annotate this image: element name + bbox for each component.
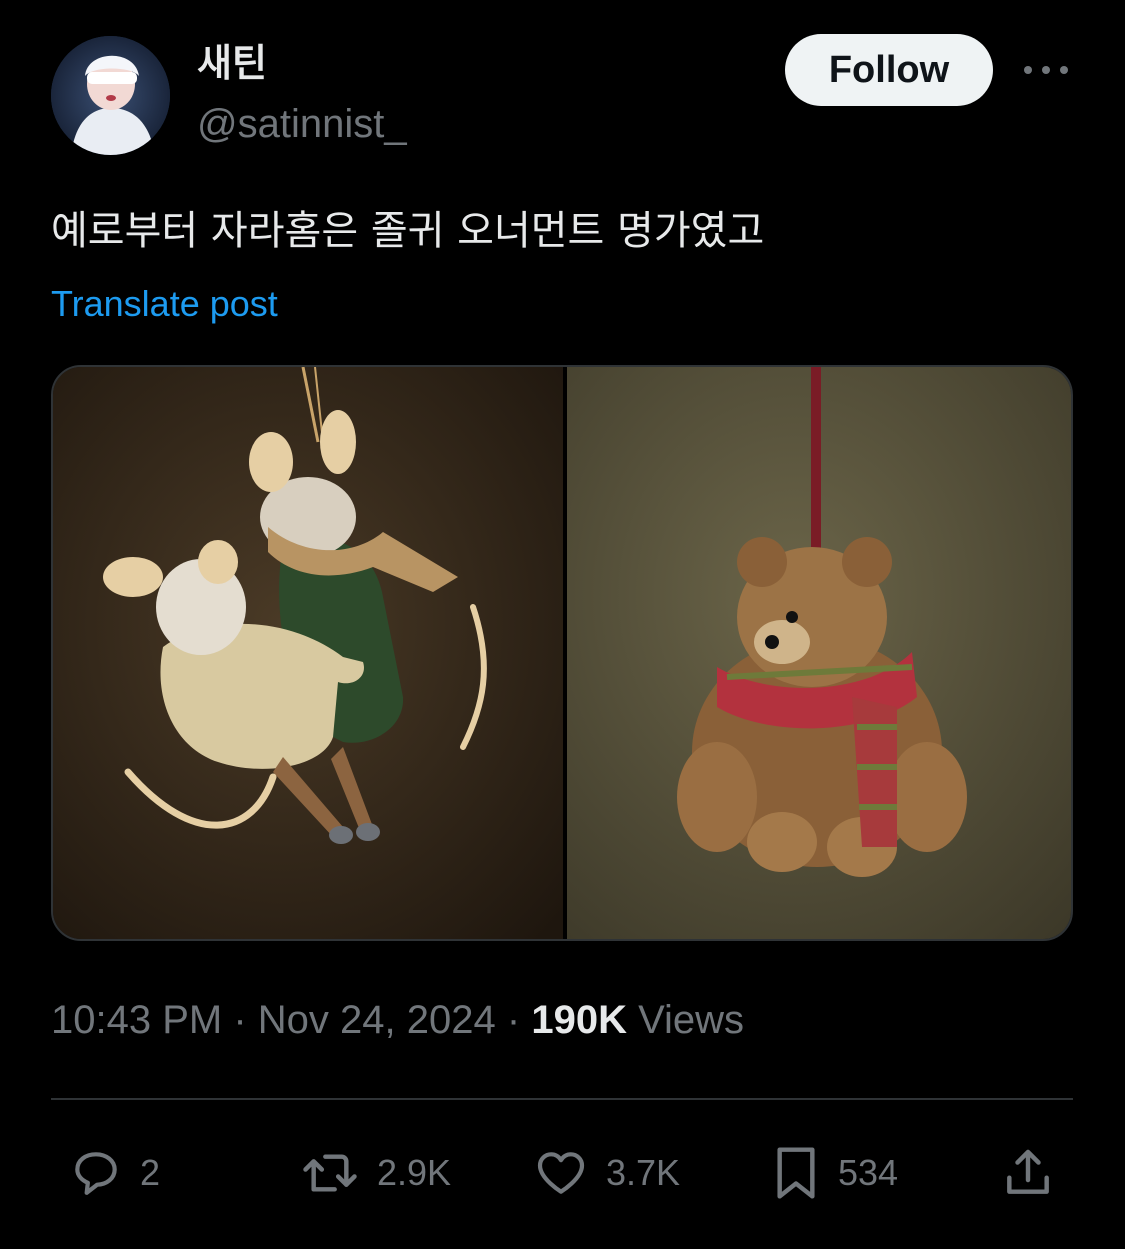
like-count: 3.7K [606,1152,681,1193]
author-handle[interactable]: @satinnist_ [197,100,407,148]
follow-button[interactable]: Follow [785,34,993,106]
post-text: 예로부터 자라홈은 졸귀 오너먼트 명가였고 [51,208,765,254]
post-media [51,365,1073,941]
post-time[interactable]: 10:43 PM [51,998,222,1042]
repost-button[interactable]: 2.9K [297,1143,451,1203]
views-label: Views [638,998,745,1042]
bookmark-button[interactable]: 534 [768,1143,898,1203]
reply-icon [75,1152,117,1195]
author-display-name[interactable]: 새틴 [197,40,267,86]
share-button[interactable] [1000,1143,1056,1203]
avatar[interactable] [51,36,170,155]
divider [51,1098,1073,1100]
media-image-1[interactable] [53,367,563,939]
post-date[interactable]: Nov 24, 2024 [258,998,496,1042]
more-horizontal-icon [1024,66,1068,74]
meta-separator: · [233,998,247,1042]
translate-post-link[interactable]: Translate post [51,282,278,326]
media-image-2[interactable] [567,367,1071,939]
bookmark-icon [777,1147,815,1199]
bookmark-count: 534 [838,1152,899,1193]
repost-count: 2.9K [377,1152,452,1193]
post-meta: 10:43 PM · Nov 24, 2024 · 190K Views [51,995,744,1045]
photo-bear-ornament-icon [567,367,1071,939]
reply-count: 2 [140,1152,161,1193]
reply-button[interactable]: 2 [66,1143,160,1203]
avatar-image [51,36,170,155]
more-options-button[interactable] [1016,52,1076,88]
like-button[interactable]: 3.7K [530,1143,680,1203]
views-count: 190K [531,998,627,1042]
heart-icon [537,1152,585,1194]
repost-icon [303,1154,357,1192]
share-icon [1007,1149,1049,1194]
meta-separator: · [506,998,521,1042]
photo-mouse-ornament-icon [53,367,563,939]
